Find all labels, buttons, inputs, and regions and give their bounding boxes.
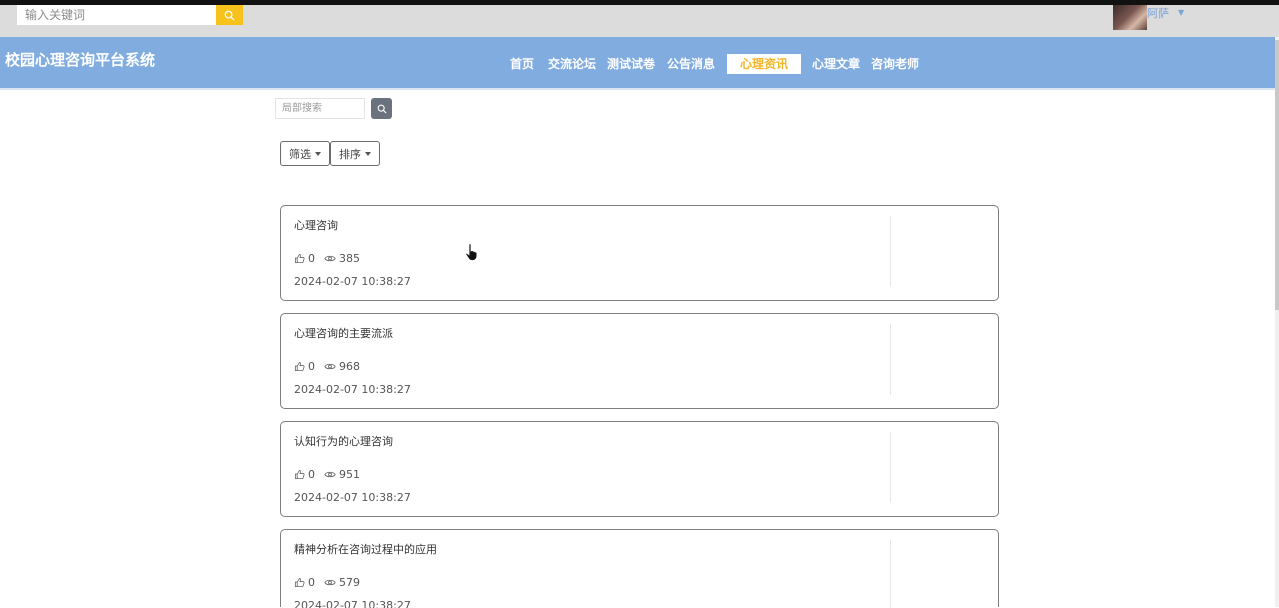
filter-label: 筛选	[289, 147, 311, 161]
global-search	[17, 5, 243, 25]
thumbs-up-icon	[294, 577, 305, 588]
card-divider	[890, 540, 891, 608]
hand-pointer-cursor-icon	[465, 243, 478, 261]
article-thumbnail[interactable]	[901, 324, 989, 395]
article-stats: 0 968	[294, 360, 369, 373]
nav-item-psych-news[interactable]: 心理资讯	[727, 54, 802, 74]
site-brand[interactable]: 校园心理咨询平台系统	[5, 49, 155, 70]
sort-label: 排序	[339, 147, 361, 161]
article-title[interactable]: 心理咨询的主要流派	[294, 325, 393, 341]
sort-dropdown-button[interactable]: 排序	[330, 141, 380, 166]
article-thumbnail[interactable]	[901, 540, 989, 608]
like-count: 0	[308, 576, 315, 589]
local-search-button[interactable]	[371, 98, 392, 119]
article-title[interactable]: 心理咨询	[294, 217, 338, 233]
article-stats: 0 951	[294, 468, 369, 481]
article-date: 2024-02-07 10:38:27	[294, 383, 411, 396]
article-stats: 0 579	[294, 576, 369, 589]
nav-item-home[interactable]: 首页	[510, 55, 534, 72]
top-bar: 阿萨 ▼	[0, 5, 1279, 37]
like-count: 0	[308, 252, 315, 265]
chevron-down-icon	[315, 151, 321, 156]
nav-item-tests[interactable]: 测试试卷	[607, 55, 655, 72]
keyword-search-input[interactable]	[17, 5, 216, 25]
eye-icon	[324, 255, 336, 262]
article-card[interactable]: 心理咨询 0 385 2024-02-07 10:38:27	[280, 205, 999, 301]
like-count: 0	[308, 360, 315, 373]
chevron-down-icon[interactable]: ▼	[1178, 8, 1184, 17]
card-divider	[890, 216, 891, 287]
local-search	[275, 98, 392, 119]
eye-icon	[324, 471, 336, 478]
eye-icon	[324, 579, 336, 586]
nav-item-notices[interactable]: 公告消息	[667, 55, 715, 72]
article-date: 2024-02-07 10:38:27	[294, 491, 411, 504]
keyword-search-button[interactable]	[216, 5, 243, 25]
view-count: 951	[339, 468, 360, 481]
article-date: 2024-02-07 10:38:27	[294, 275, 411, 288]
card-divider	[890, 432, 891, 503]
article-card[interactable]: 精神分析在咨询过程中的应用 0 579 2024-02-07 10:38:27	[280, 529, 999, 608]
article-card[interactable]: 认知行为的心理咨询 0 951 2024-02-07 10:38:27	[280, 421, 999, 517]
local-search-input[interactable]	[275, 98, 365, 119]
like-count: 0	[308, 468, 315, 481]
search-icon	[224, 10, 235, 21]
chevron-down-icon	[365, 151, 371, 156]
filter-dropdown-button[interactable]: 筛选	[280, 141, 330, 166]
article-title[interactable]: 精神分析在咨询过程中的应用	[294, 541, 437, 557]
nav-item-forum[interactable]: 交流论坛	[548, 55, 596, 72]
card-divider	[890, 324, 891, 395]
thumbs-up-icon	[294, 361, 305, 372]
article-thumbnail[interactable]	[901, 216, 989, 287]
article-stats: 0 385	[294, 252, 369, 265]
view-count: 968	[339, 360, 360, 373]
article-title[interactable]: 认知行为的心理咨询	[294, 433, 393, 449]
view-count: 579	[339, 576, 360, 589]
article-thumbnail[interactable]	[901, 432, 989, 503]
search-icon	[377, 104, 387, 114]
nav-item-counselors[interactable]: 咨询老师	[871, 55, 919, 72]
article-card[interactable]: 心理咨询的主要流派 0 968 2024-02-07 10:38:27	[280, 313, 999, 409]
view-count: 385	[339, 252, 360, 265]
username-link[interactable]: 阿萨	[1147, 5, 1169, 21]
user-avatar[interactable]	[1113, 5, 1147, 30]
thumbs-up-icon	[294, 469, 305, 480]
eye-icon	[324, 363, 336, 370]
thumbs-up-icon	[294, 253, 305, 264]
main-navbar: 校园心理咨询平台系统 首页 交流论坛 测试试卷 公告消息 心理资讯 心理文章 咨…	[0, 37, 1279, 90]
nav-item-articles[interactable]: 心理文章	[812, 55, 860, 72]
scrollbar-thumb[interactable]	[1275, 40, 1279, 310]
